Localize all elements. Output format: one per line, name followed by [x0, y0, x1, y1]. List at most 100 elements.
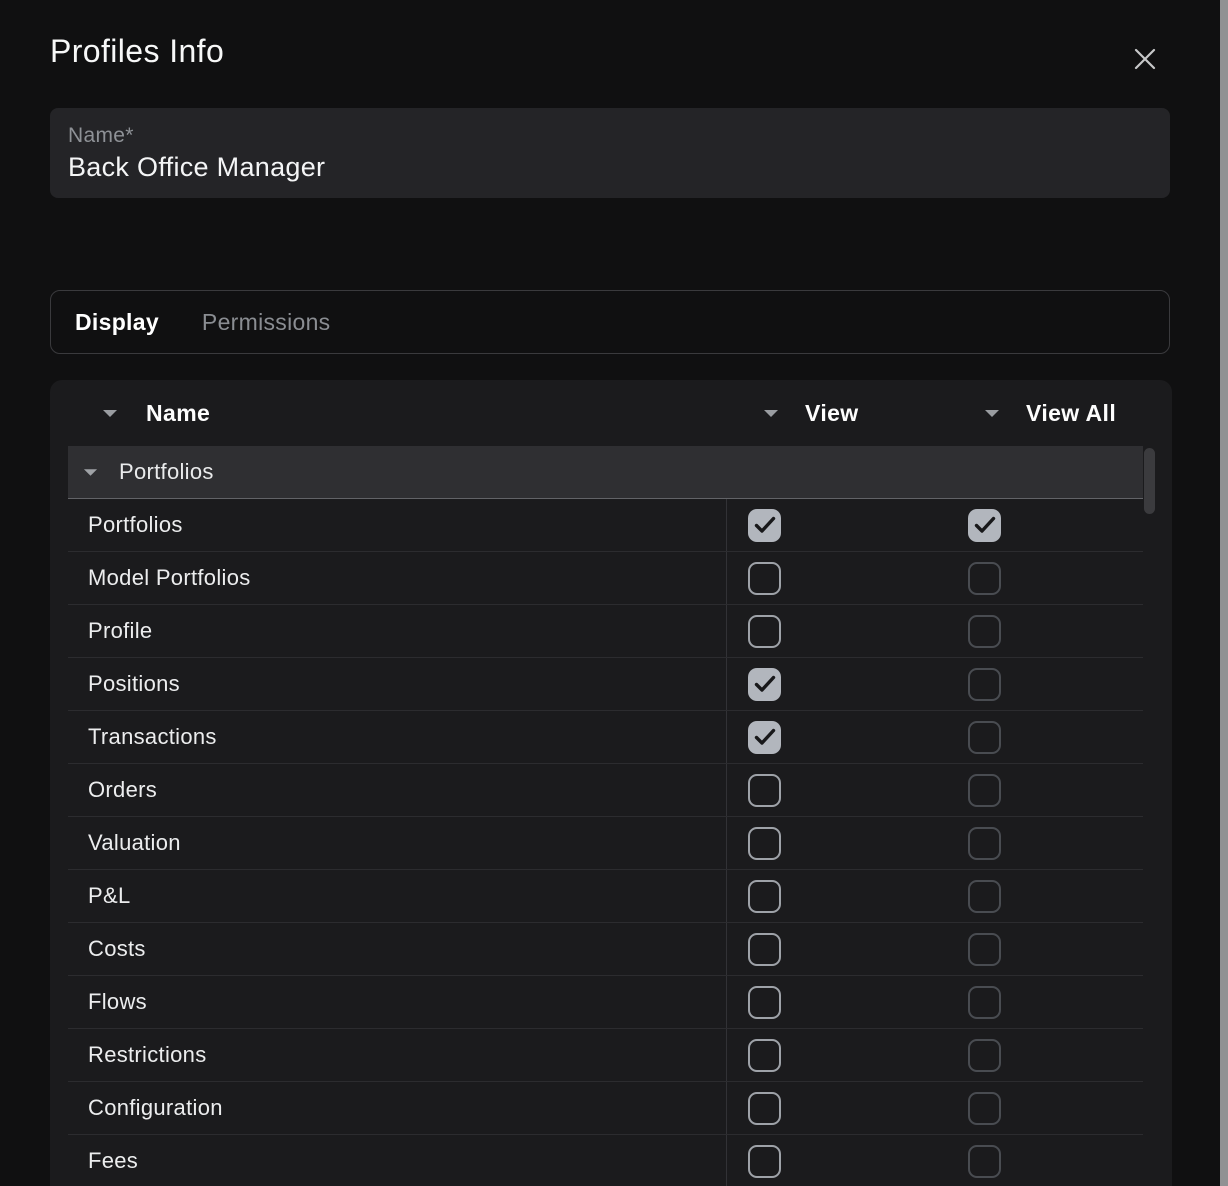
- view-checkbox[interactable]: [748, 1092, 781, 1125]
- tab-permissions[interactable]: Permissions: [202, 309, 331, 336]
- view-all-checkbox[interactable]: [968, 1092, 1001, 1125]
- view-all-checkbox[interactable]: [968, 827, 1001, 860]
- row-name-cell: Positions: [68, 658, 727, 710]
- view-all-checkbox[interactable]: [968, 1145, 1001, 1178]
- table-row: Model Portfolios: [68, 552, 1143, 605]
- required-marker: *: [125, 124, 133, 147]
- column-header-name[interactable]: Name: [146, 380, 210, 446]
- name-input-label: Name*: [68, 124, 1152, 148]
- name-input-value: Back Office Manager: [68, 152, 1152, 183]
- row-name-label: Profile: [88, 618, 152, 644]
- view-all-checkbox[interactable]: [968, 933, 1001, 966]
- view-checkbox[interactable]: [748, 774, 781, 807]
- display-permissions-table: Name View View All: [50, 380, 1172, 1186]
- table-row: Fees: [68, 1135, 1143, 1186]
- view-checkbox[interactable]: [748, 933, 781, 966]
- column-header-view-all[interactable]: View All: [1026, 380, 1116, 446]
- row-view-cell: [727, 1029, 947, 1081]
- row-view-cell: [727, 870, 947, 922]
- row-name-cell: P&L: [68, 870, 727, 922]
- table-scrollbar-thumb[interactable]: [1144, 448, 1155, 514]
- tab-display[interactable]: Display: [75, 309, 159, 336]
- row-name-label: Portfolios: [88, 512, 183, 538]
- name-input[interactable]: Name* Back Office Manager: [50, 108, 1170, 198]
- checkmark-icon: [753, 674, 777, 694]
- view-checkbox[interactable]: [748, 509, 781, 542]
- row-name-cell: Costs: [68, 923, 727, 975]
- row-view-all-cell: [947, 1135, 1143, 1186]
- close-button[interactable]: [1126, 40, 1164, 78]
- row-name-label: Model Portfolios: [88, 565, 251, 591]
- page-scrollbar[interactable]: [1220, 0, 1228, 1186]
- row-name-cell: Profile: [68, 605, 727, 657]
- view-checkbox[interactable]: [748, 562, 781, 595]
- view-all-checkbox[interactable]: [968, 986, 1001, 1019]
- row-view-all-cell: [947, 923, 1143, 975]
- view-all-checkbox[interactable]: [968, 668, 1001, 701]
- row-name-label: Valuation: [88, 830, 181, 856]
- row-view-all-cell: [947, 552, 1143, 604]
- table-row: Profile: [68, 605, 1143, 658]
- row-name-cell: Configuration: [68, 1082, 727, 1134]
- close-icon: [1132, 46, 1158, 72]
- row-name-label: Fees: [88, 1148, 138, 1174]
- view-all-checkbox[interactable]: [968, 774, 1001, 807]
- view-checkbox[interactable]: [748, 827, 781, 860]
- row-name-cell: Model Portfolios: [68, 552, 727, 604]
- row-view-cell: [727, 976, 947, 1028]
- view-all-checkbox[interactable]: [968, 721, 1001, 754]
- view-checkbox[interactable]: [748, 986, 781, 1019]
- row-name-label: Flows: [88, 989, 147, 1015]
- row-view-cell: [727, 499, 947, 551]
- row-view-all-cell: [947, 1082, 1143, 1134]
- row-view-all-cell: [947, 764, 1143, 816]
- table-row: Transactions: [68, 711, 1143, 764]
- row-name-label: Orders: [88, 777, 157, 803]
- group-row-portfolios[interactable]: Portfolios: [68, 446, 1143, 499]
- view-column-menu[interactable]: [763, 380, 779, 446]
- row-view-all-cell: [947, 817, 1143, 869]
- view-all-checkbox[interactable]: [968, 562, 1001, 595]
- view-all-checkbox[interactable]: [968, 1039, 1001, 1072]
- row-view-all-cell: [947, 870, 1143, 922]
- row-view-all-cell: [947, 605, 1143, 657]
- column-header-view[interactable]: View: [805, 380, 859, 446]
- tab-bar: Display Permissions: [50, 290, 1170, 354]
- row-view-cell: [727, 605, 947, 657]
- table-row: P&L: [68, 870, 1143, 923]
- view-checkbox[interactable]: [748, 1145, 781, 1178]
- table-row: Configuration: [68, 1082, 1143, 1135]
- table-header: Name View View All: [50, 380, 1172, 446]
- row-name-label: Costs: [88, 936, 146, 962]
- row-view-all-cell: [947, 711, 1143, 763]
- row-view-cell: [727, 817, 947, 869]
- table-row: Restrictions: [68, 1029, 1143, 1082]
- row-name-label: P&L: [88, 883, 130, 909]
- view-checkbox[interactable]: [748, 615, 781, 648]
- row-view-all-cell: [947, 1029, 1143, 1081]
- row-view-cell: [727, 923, 947, 975]
- row-name-cell: Flows: [68, 976, 727, 1028]
- name-column-menu[interactable]: [102, 380, 118, 446]
- row-name-cell: Transactions: [68, 711, 727, 763]
- row-name-cell: Portfolios: [68, 499, 727, 551]
- view-checkbox[interactable]: [748, 1039, 781, 1072]
- checkmark-icon: [753, 515, 777, 535]
- chevron-down-icon: [102, 409, 118, 418]
- row-name-label: Transactions: [88, 724, 217, 750]
- row-view-cell: [727, 1135, 947, 1186]
- row-name-cell: Restrictions: [68, 1029, 727, 1081]
- checkmark-icon: [753, 727, 777, 747]
- view-all-column-menu[interactable]: [984, 380, 1000, 446]
- view-checkbox[interactable]: [748, 880, 781, 913]
- view-all-checkbox[interactable]: [968, 880, 1001, 913]
- row-view-cell: [727, 658, 947, 710]
- row-name-label: Positions: [88, 671, 180, 697]
- view-all-checkbox[interactable]: [968, 509, 1001, 542]
- page-title: Profiles Info: [50, 33, 224, 70]
- view-checkbox[interactable]: [748, 721, 781, 754]
- chevron-down-icon: [83, 468, 98, 477]
- view-checkbox[interactable]: [748, 668, 781, 701]
- row-view-cell: [727, 711, 947, 763]
- view-all-checkbox[interactable]: [968, 615, 1001, 648]
